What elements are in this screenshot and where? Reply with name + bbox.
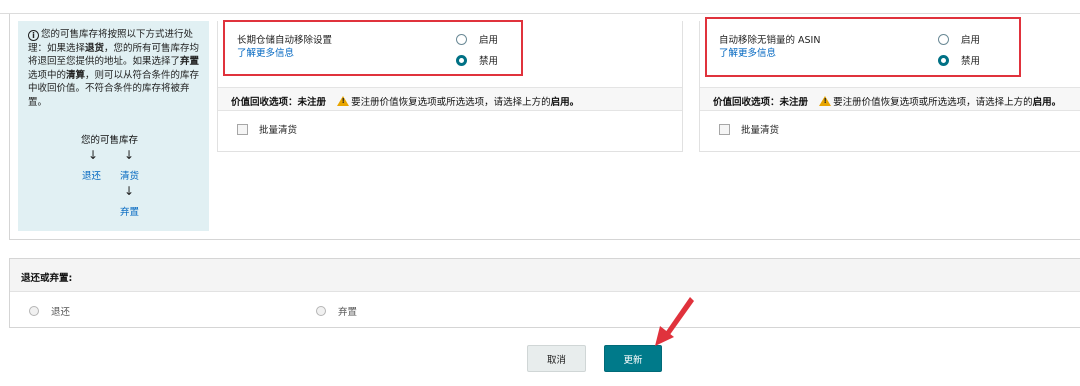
- annotation-arrow-icon: [655, 297, 694, 346]
